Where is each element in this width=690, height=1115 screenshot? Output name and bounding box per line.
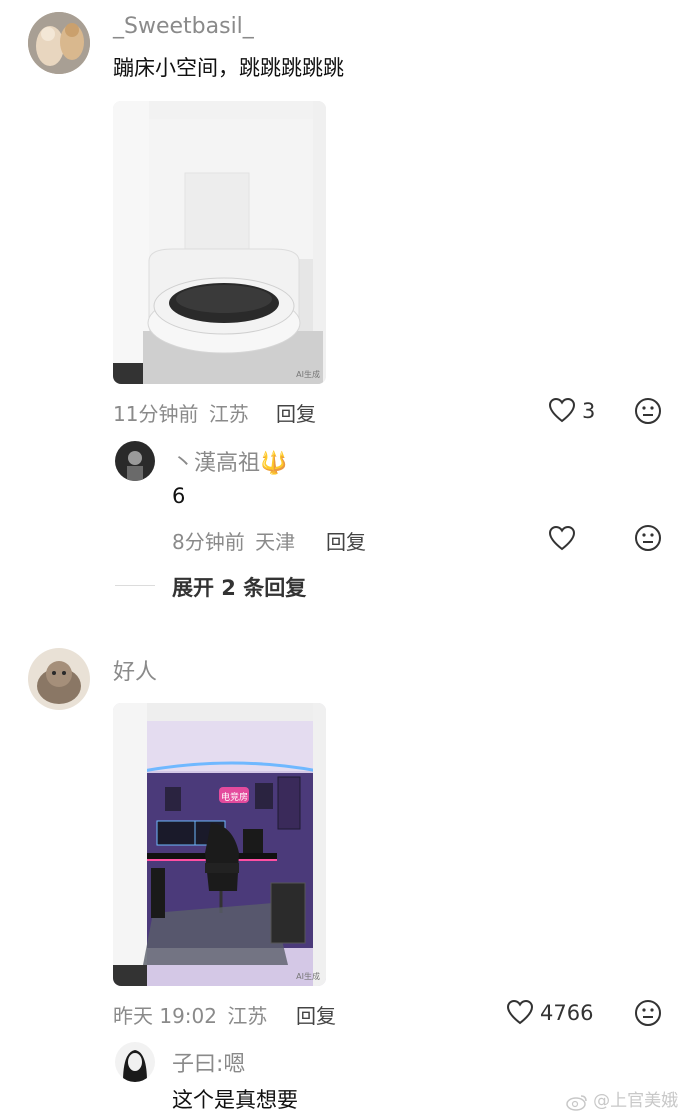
neutral-face-icon: [635, 398, 661, 424]
reply-time: 8分钟前: [172, 530, 245, 554]
heart-icon: [506, 999, 534, 1025]
neutral-face-icon: [635, 1000, 661, 1026]
expand-replies-button[interactable]: 展开 2 条回复: [172, 572, 306, 602]
reply-meta: 8分钟前 天津: [172, 526, 295, 555]
comment-location: 江苏: [227, 1004, 268, 1028]
reply-button[interactable]: 回复: [296, 1000, 336, 1029]
like-button[interactable]: [506, 999, 534, 1025]
comment-meta: 昨天 19:02 江苏: [113, 1000, 267, 1029]
user-avatar[interactable]: [28, 648, 90, 710]
reply-avatar[interactable]: [115, 1042, 155, 1082]
user-avatar[interactable]: [28, 12, 90, 74]
cat-avatar-icon: [28, 12, 90, 74]
reply-avatar[interactable]: [115, 441, 155, 481]
photo-caption: AI生成: [296, 972, 320, 981]
comment-username[interactable]: 好人: [113, 654, 157, 686]
person-avatar-icon: [115, 1042, 155, 1082]
heart-icon: [548, 525, 576, 551]
comment-location: 江苏: [208, 402, 249, 426]
reply-text: 这个是真想要: [172, 1088, 298, 1112]
expand-divider: [115, 585, 155, 586]
like-count: 3: [582, 399, 596, 423]
reply-text: 6: [172, 484, 186, 508]
comment-time: 昨天 19:02: [113, 1004, 217, 1028]
reply-username[interactable]: 丶漢高祖🔱: [172, 445, 287, 477]
cat-avatar-icon: [28, 648, 90, 710]
comment-username[interactable]: _Sweetbasil_: [113, 14, 254, 39]
reply-reply-button[interactable]: 回复: [326, 526, 366, 555]
comment-photo[interactable]: 电竞房 AI生成: [113, 703, 326, 986]
reply-location: 天津: [255, 530, 296, 554]
comment-photo[interactable]: AI生成: [113, 101, 326, 384]
dislike-button[interactable]: [634, 999, 662, 1027]
reply-like-button[interactable]: [548, 525, 576, 551]
person-avatar-icon: [115, 441, 155, 481]
like-count: 4766: [540, 1001, 594, 1025]
comment-time: 11分钟前: [113, 402, 199, 426]
trampoline-room-image: [113, 101, 326, 384]
heart-icon: [548, 397, 576, 423]
neutral-face-icon: [635, 525, 661, 551]
reply-button[interactable]: 回复: [276, 398, 316, 427]
comment-text: 蹦床小空间，跳跳跳跳跳: [113, 56, 344, 80]
comment-meta: 11分钟前 江苏: [113, 398, 249, 427]
like-button[interactable]: [548, 397, 576, 423]
watermark-text: @上官美娥: [593, 1091, 679, 1111]
dislike-button[interactable]: [634, 397, 662, 425]
weibo-watermark: @上官美娥: [566, 1086, 678, 1111]
photo-caption: AI生成: [296, 370, 320, 379]
neon-sign: 电竞房: [221, 793, 249, 803]
gaming-room-image: [113, 703, 326, 986]
reply-username[interactable]: 子曰:嗯: [172, 1046, 245, 1078]
reply-dislike-button[interactable]: [634, 524, 662, 552]
weibo-logo-icon: [566, 1093, 588, 1111]
